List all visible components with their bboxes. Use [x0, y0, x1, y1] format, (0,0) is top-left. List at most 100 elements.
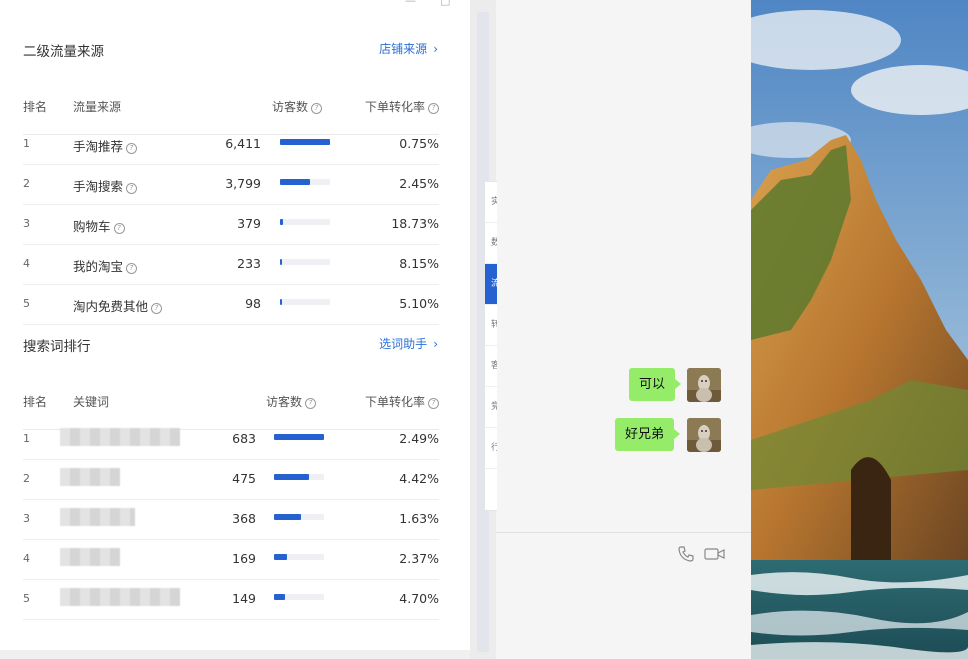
side-tab[interactable]: 客 [485, 346, 497, 387]
col-rank: 排名 [23, 100, 48, 114]
chevron-right-icon: › [433, 337, 438, 351]
horizontal-scrollbar[interactable] [0, 650, 470, 659]
chat-message[interactable]: 可以 [629, 368, 682, 401]
row-conversion: 5.10% [399, 296, 439, 311]
row-rank: 1 [23, 432, 30, 445]
phone-icon[interactable] [677, 545, 695, 563]
table-row[interactable]: 2 手淘搜索? 3,799 2.45% [23, 164, 439, 205]
visitor-share-fill [280, 179, 310, 185]
visitor-share-fill [280, 139, 330, 145]
col-visitors: 访客数? [266, 393, 317, 410]
col-conversion-label: 下单转化率 [365, 100, 426, 114]
shop-source-link[interactable]: 店铺来源 › [379, 40, 438, 57]
visitor-share-bar [280, 299, 330, 305]
visitor-share-fill [274, 434, 324, 440]
row-visitors: 233 [237, 256, 261, 271]
help-icon[interactable]: ? [428, 398, 440, 409]
row-conversion: 0.75% [399, 136, 439, 151]
table-row[interactable]: 1 683 2.49% [23, 419, 439, 460]
row-rank: 2 [23, 177, 30, 190]
visitor-share-bar [274, 554, 324, 560]
side-tab[interactable]: 行 [485, 428, 497, 469]
help-icon[interactable]: ? [311, 103, 323, 114]
side-tab[interactable]: 转 [485, 305, 497, 346]
row-conversion: 2.45% [399, 176, 439, 191]
col-visitors-label: 访客数 [266, 395, 303, 409]
table-row[interactable]: 1 手淘推荐? 6,411 0.75% [23, 124, 439, 165]
row-source-label: 手淘搜索 [73, 179, 124, 194]
row-conversion: 18.73% [391, 216, 439, 231]
desktop-wallpaper [751, 0, 968, 659]
visitor-share-bar [280, 219, 330, 225]
redacted-keyword [60, 588, 180, 606]
row-rank: 1 [23, 137, 30, 150]
avatar[interactable] [687, 418, 721, 452]
video-icon[interactable] [704, 545, 726, 563]
keyword-helper-link-label[interactable]: 选词助手 [379, 337, 427, 351]
table-row[interactable]: 4 169 2.37% [23, 539, 439, 580]
side-tab[interactable]: 竞 [485, 387, 497, 428]
visitor-share-bar [280, 179, 330, 185]
row-rank: 3 [23, 512, 30, 525]
shop-source-link-label[interactable]: 店铺来源 [379, 42, 427, 56]
keyword-helper-link[interactable]: 选词助手 › [379, 335, 438, 352]
visitor-share-bar [280, 259, 330, 265]
minimize-icon[interactable]: — [405, 0, 416, 7]
search-terms-title: 搜索词排行 [23, 339, 91, 355]
table-row[interactable]: 3 368 1.63% [23, 499, 439, 540]
help-icon[interactable]: ? [126, 183, 138, 194]
row-rank: 2 [23, 472, 30, 485]
help-icon[interactable]: ? [305, 398, 317, 409]
row-source-label: 我的淘宝 [73, 259, 124, 274]
col-source: 流量来源 [73, 100, 122, 114]
row-visitors: 475 [232, 471, 256, 486]
secondary-traffic-title: 二级流量来源 [23, 44, 104, 60]
visitor-share-bar [274, 594, 324, 600]
row-source-label: 淘内免费其他 [73, 299, 149, 314]
help-icon[interactable]: ? [428, 103, 440, 114]
col-conversion-label: 下单转化率 [365, 395, 426, 409]
help-icon[interactable]: ? [126, 263, 138, 274]
chevron-right-icon: › [433, 42, 438, 56]
row-source: 我的淘宝? [73, 256, 138, 275]
table-row[interactable]: 5 淘内免费其他? 98 5.10% [23, 284, 439, 325]
side-tabs: 实 数 流 转 客 竞 行 [484, 181, 497, 511]
row-conversion: 8.15% [399, 256, 439, 271]
help-icon[interactable]: ? [151, 303, 163, 314]
col-keyword: 关键词 [73, 395, 110, 409]
side-tab[interactable]: 实 [485, 182, 497, 223]
col-visitors: 访客数? [272, 98, 323, 115]
row-rank: 5 [23, 297, 30, 310]
table-row[interactable]: 3 购物车? 379 18.73% [23, 204, 439, 245]
row-source-label: 手淘推荐 [73, 139, 124, 154]
table-row[interactable]: 2 475 4.42% [23, 459, 439, 500]
visitor-share-fill [280, 299, 282, 305]
row-visitors: 169 [232, 551, 256, 566]
row-source: 手淘推荐? [73, 136, 138, 155]
help-icon[interactable]: ? [113, 223, 125, 234]
chat-message[interactable]: 好兄弟 [615, 418, 681, 451]
visitor-share-fill [274, 474, 309, 480]
visitor-share-bar [274, 474, 324, 480]
row-visitors: 98 [245, 296, 261, 311]
row-conversion: 2.37% [399, 551, 439, 566]
landscape-image [751, 0, 968, 659]
row-visitors: 368 [232, 511, 256, 526]
row-rank: 4 [23, 552, 30, 565]
row-source-label: 购物车 [73, 219, 111, 234]
avatar[interactable] [687, 368, 721, 402]
help-icon[interactable]: ? [126, 143, 138, 154]
visitor-share-bar [274, 514, 324, 520]
side-tab[interactable] [485, 469, 497, 509]
row-conversion: 4.70% [399, 591, 439, 606]
table-row[interactable]: 5 149 4.70% [23, 579, 439, 620]
row-visitors: 683 [232, 431, 256, 446]
side-tab-active[interactable]: 流 [485, 264, 497, 305]
redacted-keyword [60, 508, 135, 526]
maximize-icon[interactable]: □ [440, 0, 450, 7]
table-row[interactable]: 4 我的淘宝? 233 8.15% [23, 244, 439, 285]
row-conversion: 4.42% [399, 471, 439, 486]
side-tab[interactable]: 数 [485, 223, 497, 264]
row-visitors: 6,411 [225, 136, 261, 151]
redacted-keyword [60, 468, 120, 486]
